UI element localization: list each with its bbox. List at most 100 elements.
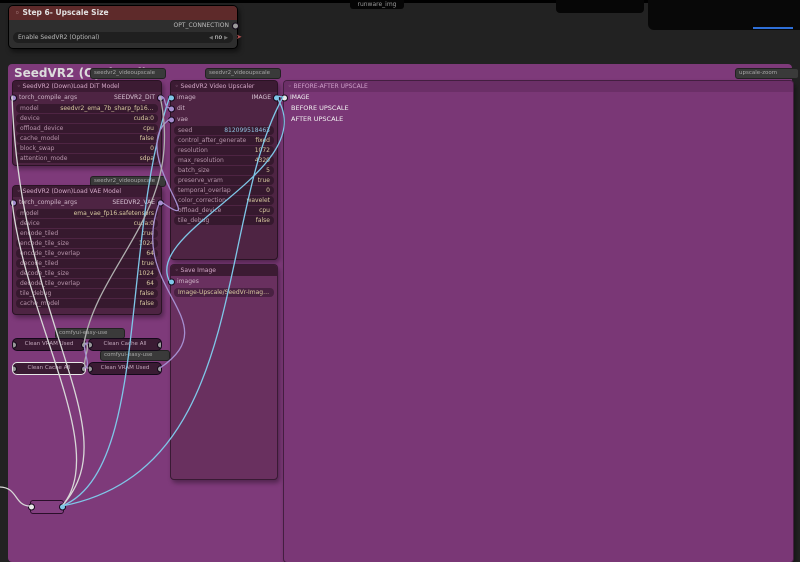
node-dit-title-bar[interactable]: ◦ SeedVR2 (Down)Load DiT Model	[13, 81, 161, 92]
combo-right-arrow-icon[interactable]: ▶	[224, 35, 228, 41]
torch-compile-args-input-port[interactable]	[10, 199, 17, 206]
upscaler-widget-batch-size[interactable]: batch_size 5	[174, 166, 274, 175]
save-widget-filename-prefix[interactable]: Image-Upscale/SeedVr-Imagen/Im...	[174, 288, 274, 297]
upscaler-widget-control-after-generate[interactable]: control_after_generate fixed	[174, 136, 274, 145]
dit-widget-offload-device[interactable]: offload_device cpu	[16, 124, 158, 133]
upscaler-widget-preserve-vram[interactable]: preserve_vram true	[174, 176, 274, 185]
collapsed-tab-upscale-zoom[interactable]: upscale-zoom	[735, 68, 799, 79]
image-input-label: image	[177, 94, 196, 101]
node-seedvr2-load-dit[interactable]: ◦ SeedVR2 (Down)Load DiT Model torch_comp…	[10, 80, 164, 166]
node-step6-upscale-size[interactable]: ◦ Step 6- Upscale Size OPT_CONNECTION Ena…	[8, 5, 242, 49]
node-before-after-upscale[interactable]: ◦ BEFORE-AFTER UPSCALE IMAGE BEFORE UPSCA…	[281, 80, 794, 562]
vae-widget-decode-tile-overlap[interactable]: decode_tile_overlap 64	[16, 279, 158, 288]
node-clean-cache-all-1[interactable]: Clean Cache All	[88, 338, 162, 351]
clean-output-port[interactable]	[157, 365, 161, 372]
collapse-dot-icon[interactable]: ◦	[175, 267, 179, 274]
enable-seedvr2-value: no	[214, 34, 223, 41]
save-images-port-row: images	[168, 276, 277, 287]
vae-widget-decode-tile-size[interactable]: decode_tile_size 1024	[16, 269, 158, 278]
vae-widget-model[interactable]: model ema_vae_fp16.safetensors	[16, 209, 158, 218]
node-seedvr2-load-vae[interactable]: ◦ SeedVR2 (Down)Load VAE Model torch_comp…	[10, 185, 164, 315]
collapsed-tab-seedvr2-2[interactable]: seedvr2_videoupscale	[205, 68, 281, 79]
clean-input-port[interactable]	[13, 365, 17, 372]
enable-seedvr2-combo-widget[interactable]: Enable SeedVR2 (Optional) ◀ no ▶ ➤	[13, 32, 242, 43]
widget-value: 64	[146, 280, 154, 287]
upscaler-widget-color-correction[interactable]: color_correction wavelet	[174, 196, 274, 205]
upscaler-widget-seed[interactable]: seed 812099518463	[174, 126, 274, 135]
upscaler-widget-max-resolution[interactable]: max_resolution 4320	[174, 156, 274, 165]
vae-widget-cache-model[interactable]: cache_model false	[16, 299, 158, 308]
widget-value: 0	[266, 187, 270, 194]
node-seedvr2-video-upscaler[interactable]: ◦ SeedVR2 Video Upscaler image IMAGE dit …	[168, 80, 280, 260]
clean-output-port[interactable]	[81, 365, 85, 372]
reroute-output-port[interactable]	[59, 503, 66, 511]
dit-widget-attention-mode[interactable]: attention_mode sdpa	[16, 154, 158, 163]
widget-value: 812099518463	[224, 127, 270, 134]
vae-input-port[interactable]	[168, 116, 175, 123]
opt-connection-output-port[interactable]	[232, 22, 239, 29]
widget-value: fixed	[255, 137, 270, 144]
node-collapsed-reroute[interactable]	[28, 500, 66, 514]
collapsed-tab-seedvr2-1[interactable]: seedvr2_videoupscale	[90, 68, 166, 79]
upscaler-widget-temporal-overlap[interactable]: temporal_overlap 0	[174, 186, 274, 195]
node-save-title-bar[interactable]: ◦ Save Image	[171, 265, 277, 276]
collapse-dot-icon[interactable]: ◦	[15, 9, 19, 17]
clean-input-port[interactable]	[89, 365, 93, 372]
clean-output-port[interactable]	[81, 341, 85, 348]
dit-widget-block-swap[interactable]: block_swap 0	[16, 144, 158, 153]
node-clean-vram-used-1[interactable]: Clean VRAM Used	[12, 338, 86, 351]
vae-widget-encode-tile-overlap[interactable]: encode_tile_overlap 64	[16, 249, 158, 258]
combo-left-arrow-icon[interactable]: ◀	[209, 35, 213, 41]
mini-tab-label: runware_img	[357, 1, 397, 8]
compare-image-input-port[interactable]	[281, 94, 288, 101]
vae-widget-decode-tiled[interactable]: decode_tiled true	[16, 259, 158, 268]
widget-label: decode_tile_overlap	[20, 280, 80, 287]
collapse-dot-icon[interactable]: ◦	[17, 188, 21, 195]
clean-output-port[interactable]	[157, 341, 161, 348]
node-upscaler-title-bar[interactable]: ◦ SeedVR2 Video Upscaler	[171, 81, 277, 92]
seedvr2-vae-output-port[interactable]	[157, 199, 164, 206]
upscaler-widget-offload-device[interactable]: offload_device cpu	[174, 206, 274, 215]
node-graph-canvas[interactable]: runware_img ◦ Step 6- Upscale Size OPT_CO…	[0, 0, 800, 562]
image-input-port[interactable]	[168, 94, 175, 101]
before-upscale-tab[interactable]: BEFORE UPSCALE	[284, 103, 793, 114]
clean-input-port[interactable]	[89, 341, 93, 348]
node-save-image[interactable]: ◦ Save Image images Image-Upscale/SeedVr-…	[168, 264, 278, 480]
widget-value: sdpa	[139, 155, 154, 162]
widget-label: preserve_vram	[178, 177, 223, 184]
vae-widget-encode-tiled[interactable]: encode_tiled true	[16, 229, 158, 238]
node-compare-title-bar[interactable]: ◦ BEFORE-AFTER UPSCALE	[284, 81, 793, 92]
collapse-dot-icon[interactable]: ◦	[17, 83, 21, 90]
torch-compile-args-input-port[interactable]	[10, 94, 17, 101]
widget-label: max_resolution	[178, 157, 224, 164]
images-input-port[interactable]	[168, 278, 175, 285]
seedvr2-dit-output-port[interactable]	[157, 94, 164, 101]
upscaler-widget-tile-debug[interactable]: tile_debug false	[174, 216, 274, 225]
top-right-panel-small[interactable]	[556, 0, 644, 13]
collapse-dot-icon[interactable]: ◦	[288, 83, 292, 90]
dit-widget-device[interactable]: device cuda:0	[16, 114, 158, 123]
collapsed-node-runware-img[interactable]: runware_img	[350, 0, 404, 9]
dit-input-label: dit	[177, 105, 185, 112]
node-clean-vram-used-2[interactable]: Clean VRAM Used	[88, 362, 162, 375]
reroute-input-port[interactable]	[28, 503, 35, 511]
torch-compile-args-label: torch_compile_args	[19, 94, 78, 101]
dit-widget-cache-model[interactable]: cache_model false	[16, 134, 158, 143]
top-right-panel-large[interactable]	[648, 0, 800, 30]
vae-widget-encode-tile-size[interactable]: encode_tile_size 1024	[16, 239, 158, 248]
dit-input-port[interactable]	[168, 105, 175, 112]
node-clean-cache-all-2[interactable]: Clean Cache All	[12, 362, 86, 375]
image-output-port[interactable]	[273, 94, 280, 101]
clean-input-port[interactable]	[13, 341, 17, 348]
node-vae-title-bar[interactable]: ◦ SeedVR2 (Down)Load VAE Model	[13, 186, 161, 197]
collapse-dot-icon[interactable]: ◦	[175, 83, 179, 90]
collapsed-tab-easy-use-2[interactable]: comfyui-easy-use	[100, 350, 170, 361]
node-step6-title-bar[interactable]: ◦ Step 6- Upscale Size	[9, 6, 237, 20]
after-upscale-tab[interactable]: AFTER UPSCALE	[284, 114, 793, 125]
upscaler-widget-resolution[interactable]: resolution 1072	[174, 146, 274, 155]
dit-widget-model[interactable]: model seedvr2_ema_7b_sharp_fp16.safetenso…	[16, 104, 158, 113]
widget-label: block_swap	[20, 145, 55, 152]
vae-widget-device[interactable]: device cuda:0	[16, 219, 158, 228]
vae-widget-tile-debug[interactable]: tile_debug false	[16, 289, 158, 298]
clean-node-title: Clean Cache All	[103, 341, 147, 347]
